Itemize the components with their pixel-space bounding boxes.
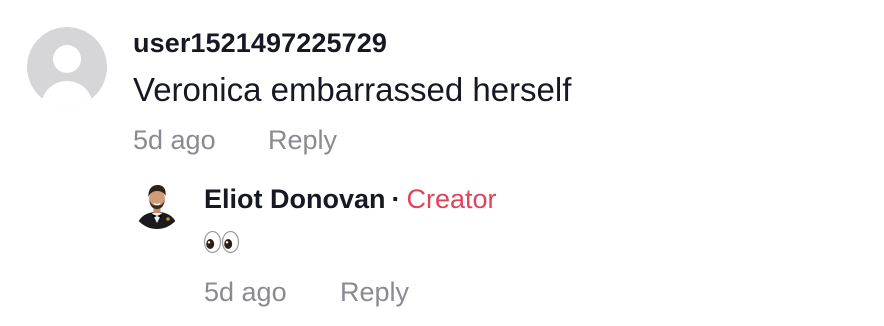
eyes-emoji-icon bbox=[203, 230, 241, 254]
eyes-emoji-graphic bbox=[203, 230, 240, 254]
comment-thread: { "comment": { "avatar_icon": "default-u… bbox=[0, 0, 884, 326]
creator-avatar-icon[interactable] bbox=[132, 179, 182, 229]
comment-reply-button[interactable]: Reply bbox=[268, 125, 337, 156]
comment-text: Veronica embarrassed herself bbox=[133, 71, 572, 108]
creator-badge: Creator bbox=[406, 184, 497, 214]
reply-author-line: Eliot Donovan · Creator bbox=[204, 184, 497, 215]
comment-timestamp: 5d ago bbox=[133, 125, 216, 155]
comment-item: user1521497225729 Veronica embarrassed h… bbox=[0, 0, 884, 170]
reply-reply-button[interactable]: Reply bbox=[340, 277, 409, 308]
creator-avatar-portrait bbox=[132, 179, 182, 229]
reply-author-separator: · bbox=[391, 184, 401, 214]
default-user-avatar-icon[interactable] bbox=[27, 27, 107, 107]
reply-author-name[interactable]: Eliot Donovan bbox=[204, 184, 386, 214]
avatar-head-shape bbox=[53, 45, 81, 73]
comment-username[interactable]: user1521497225729 bbox=[133, 28, 387, 59]
avatar-shoulders-shape bbox=[41, 81, 93, 107]
reply-timestamp: 5d ago bbox=[204, 277, 287, 307]
